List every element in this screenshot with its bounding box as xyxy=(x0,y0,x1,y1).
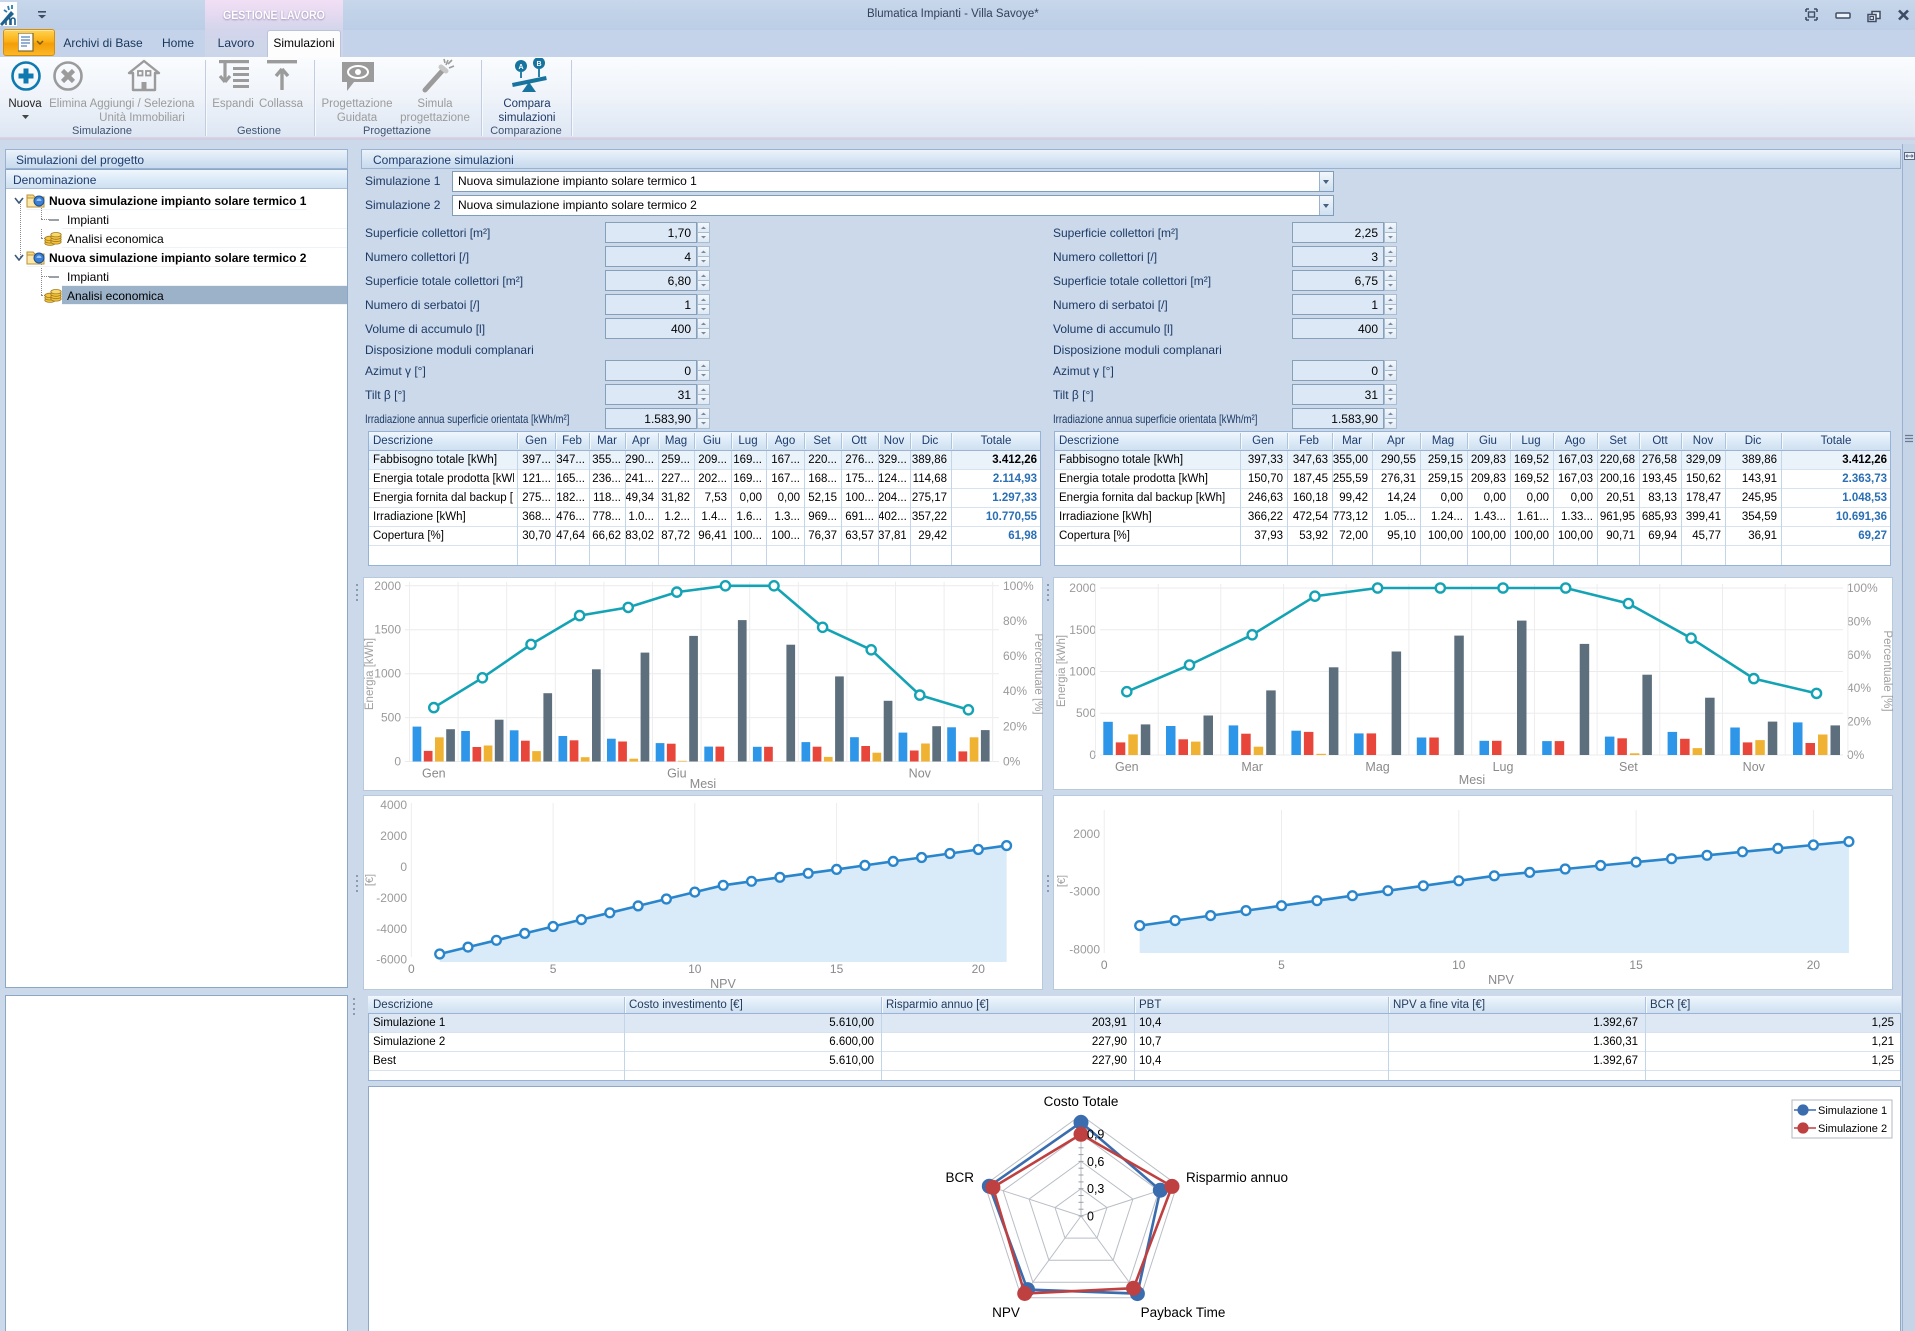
svg-text:0%: 0% xyxy=(1003,755,1021,769)
svg-text:-4000: -4000 xyxy=(376,922,407,936)
svg-text:15: 15 xyxy=(830,962,844,976)
svg-text:500: 500 xyxy=(381,711,401,725)
svg-text:100%: 100% xyxy=(1003,579,1034,593)
svg-text:60%: 60% xyxy=(1003,649,1027,663)
svg-text:-2000: -2000 xyxy=(376,891,407,905)
svg-text:[€]: [€] xyxy=(1056,875,1068,887)
svg-text:Nov: Nov xyxy=(909,767,932,781)
svg-text:100%: 100% xyxy=(1847,581,1878,595)
svg-text:80%: 80% xyxy=(1003,614,1027,628)
svg-text:-8000: -8000 xyxy=(1069,942,1100,956)
svg-text:5: 5 xyxy=(1278,958,1285,972)
svg-text:Costo Totale: Costo Totale xyxy=(1044,1094,1119,1109)
svg-text:1000: 1000 xyxy=(1069,665,1096,679)
svg-text:Lug: Lug xyxy=(1493,760,1514,774)
svg-text:0: 0 xyxy=(400,860,407,874)
svg-text:Mag: Mag xyxy=(1365,760,1389,774)
svg-text:10: 10 xyxy=(1452,958,1466,972)
svg-text:Gen: Gen xyxy=(1115,760,1139,774)
svg-text:80%: 80% xyxy=(1847,614,1871,628)
svg-text:B: B xyxy=(536,61,541,68)
svg-text:60%: 60% xyxy=(1847,648,1871,662)
svg-text:Simulazione 2: Simulazione 2 xyxy=(1818,1123,1887,1135)
svg-text:Mar: Mar xyxy=(1241,760,1263,774)
svg-text:20%: 20% xyxy=(1847,715,1871,729)
svg-text:2000: 2000 xyxy=(374,579,401,593)
svg-text:-6000: -6000 xyxy=(376,953,407,967)
svg-text:-3000: -3000 xyxy=(1069,885,1100,899)
svg-text:2000: 2000 xyxy=(1069,581,1096,595)
svg-text:0: 0 xyxy=(1087,1210,1094,1224)
svg-text:Nov: Nov xyxy=(1743,760,1766,774)
svg-text:0: 0 xyxy=(1101,958,1108,972)
svg-text:Giu: Giu xyxy=(667,767,687,781)
svg-text:10: 10 xyxy=(688,962,702,976)
svg-text:1500: 1500 xyxy=(374,623,401,637)
svg-text:[€]: [€] xyxy=(364,874,376,886)
svg-text:Mesi: Mesi xyxy=(690,777,716,791)
svg-text:20: 20 xyxy=(972,962,986,976)
svg-text:NPV: NPV xyxy=(992,1305,1020,1320)
svg-text:20: 20 xyxy=(1807,958,1821,972)
svg-text:Energia [kWh]: Energia [kWh] xyxy=(1056,635,1068,707)
svg-text:0,3: 0,3 xyxy=(1087,1182,1104,1196)
svg-text:0%: 0% xyxy=(1847,748,1865,762)
svg-text:BCR: BCR xyxy=(945,1170,974,1185)
svg-text:Simulazione 1: Simulazione 1 xyxy=(1818,1105,1887,1117)
svg-text:40%: 40% xyxy=(1847,681,1871,695)
svg-text:NPV: NPV xyxy=(1488,973,1514,987)
svg-text:Payback Time: Payback Time xyxy=(1141,1305,1226,1320)
svg-text:1000: 1000 xyxy=(374,667,401,681)
svg-text:0: 0 xyxy=(394,755,401,769)
svg-text:Percentuale [%]: Percentuale [%] xyxy=(1032,633,1043,714)
svg-text:5: 5 xyxy=(550,962,557,976)
svg-text:0: 0 xyxy=(408,962,415,976)
svg-text:0,6: 0,6 xyxy=(1087,1155,1104,1169)
svg-text:0,9: 0,9 xyxy=(1087,1128,1104,1142)
svg-text:A: A xyxy=(518,64,523,71)
svg-text:500: 500 xyxy=(1076,706,1096,720)
svg-text:Energia [kWh]: Energia [kWh] xyxy=(364,638,376,710)
svg-text:15: 15 xyxy=(1629,958,1643,972)
svg-text:NPV: NPV xyxy=(710,977,736,990)
svg-text:2000: 2000 xyxy=(1073,827,1100,841)
svg-text:Risparmio annuo: Risparmio annuo xyxy=(1186,1170,1288,1185)
svg-text:20%: 20% xyxy=(1003,719,1027,733)
svg-text:Set: Set xyxy=(1619,760,1638,774)
svg-text:Gen: Gen xyxy=(422,767,446,781)
svg-text:40%: 40% xyxy=(1003,684,1027,698)
svg-text:4000: 4000 xyxy=(380,798,407,812)
svg-text:Percentuale [%]: Percentuale [%] xyxy=(1881,630,1893,711)
svg-text:2000: 2000 xyxy=(380,829,407,843)
svg-text:Mesi: Mesi xyxy=(1459,773,1485,787)
svg-text:1500: 1500 xyxy=(1069,623,1096,637)
